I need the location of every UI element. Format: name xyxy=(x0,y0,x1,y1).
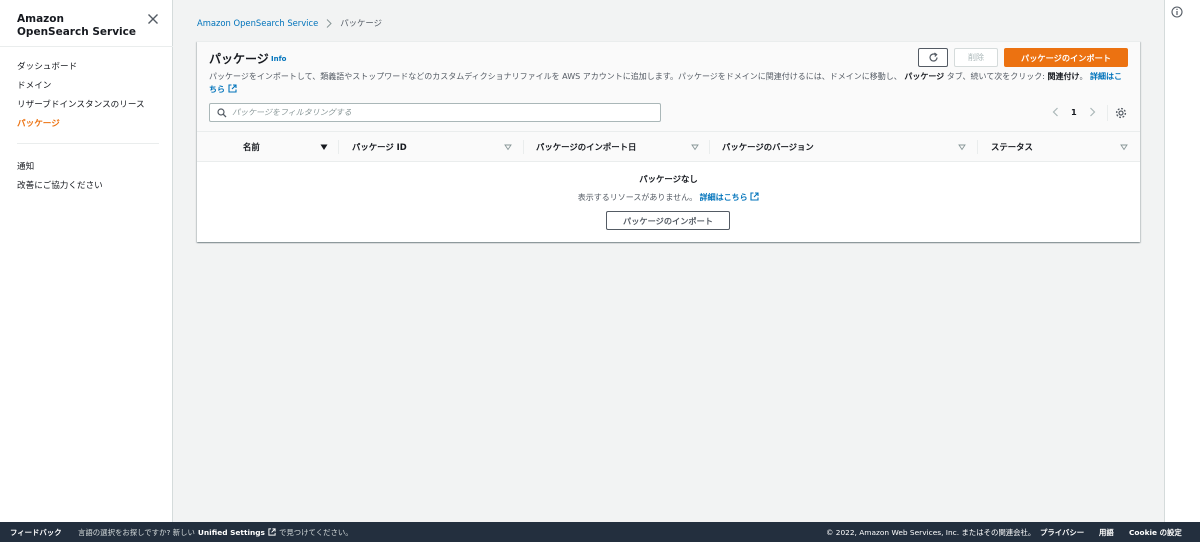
sidebar-item-domains[interactable]: ドメイン xyxy=(17,79,51,91)
feedback-link[interactable]: フィードバック xyxy=(10,527,62,538)
empty-state-import-button[interactable]: パッケージのインポート xyxy=(606,211,730,230)
column-header-import-date[interactable]: パッケージのインポート日 xyxy=(536,132,700,162)
side-navigation: Amazon OpenSearch Service ダッシュボード ドメイン リ… xyxy=(0,0,173,522)
pagination-divider xyxy=(1107,105,1108,121)
learn-more-link[interactable]: 詳細はこちら xyxy=(700,193,748,202)
chevron-right-icon xyxy=(326,18,332,28)
sort-icon xyxy=(691,144,699,151)
sidebar-divider xyxy=(17,143,159,144)
column-header-package-version[interactable]: パッケージのバージョン xyxy=(722,132,967,162)
sidebar-divider xyxy=(0,46,173,47)
chevron-left-icon[interactable] xyxy=(1049,106,1061,118)
import-package-button[interactable]: パッケージのインポート xyxy=(1004,48,1128,67)
info-link[interactable]: Info xyxy=(271,55,286,63)
column-label: パッケージのバージョン xyxy=(722,142,814,152)
gear-icon[interactable] xyxy=(1115,107,1127,119)
footer-text: で見つけてください。 xyxy=(278,527,353,537)
table-header: 名前 パッケージ ID パッケージのインポート日 パッケージのバージョン ステー… xyxy=(197,132,1140,162)
external-link-icon xyxy=(268,528,276,536)
footer: フィードバック 言語の選択をお探しですか? 新しい Unified Setting… xyxy=(0,522,1200,542)
sidebar-item-packages[interactable]: パッケージ xyxy=(17,117,60,129)
close-icon[interactable] xyxy=(147,13,159,25)
chevron-right-icon[interactable] xyxy=(1087,106,1099,118)
copyright: © 2022, Amazon Web Services, Inc. またはその関… xyxy=(826,527,1036,537)
privacy-link[interactable]: プライバシー xyxy=(1040,527,1084,538)
sidebar-item-reserved-instances[interactable]: リザーブドインスタンスのリース xyxy=(17,98,145,110)
panel-header: パッケージ Info 削除 パッケージのインポート パッケージをインポートして、… xyxy=(197,42,1140,132)
column-divider xyxy=(338,140,339,154)
filter-packages-input-wrapper xyxy=(209,103,661,122)
column-header-name[interactable]: 名前 xyxy=(243,132,337,162)
external-link-icon xyxy=(227,84,237,93)
sidebar-item-feedback[interactable]: 改善にご協力ください xyxy=(17,179,103,191)
page-number[interactable]: 1 xyxy=(1071,107,1077,117)
packages-table-container: パッケージ Info 削除 パッケージのインポート パッケージをインポートして、… xyxy=(197,41,1140,242)
sidebar-item-notifications[interactable]: 通知 xyxy=(17,160,34,172)
empty-state-text: 表示するリソースがありません。 xyxy=(577,193,698,202)
column-label: ステータス xyxy=(991,142,1033,152)
description-bold: 関連付け xyxy=(1047,72,1080,81)
filter-packages-input[interactable] xyxy=(232,108,652,117)
terms-link[interactable]: 用語 xyxy=(1099,527,1114,538)
sort-icon xyxy=(504,144,512,151)
breadcrumb-root-link[interactable]: Amazon OpenSearch Service xyxy=(197,18,318,28)
breadcrumb: Amazon OpenSearch Service パッケージ xyxy=(197,17,382,29)
column-divider xyxy=(709,140,710,154)
description-text: タブ、続いて次をクリック: xyxy=(946,72,1048,81)
tools-rail xyxy=(1164,0,1200,522)
unified-settings-link[interactable]: Unified Settings xyxy=(198,528,265,537)
page-title: パッケージ xyxy=(209,52,269,66)
column-label: 名前 xyxy=(243,142,260,152)
column-header-package-id[interactable]: パッケージ ID xyxy=(352,132,513,162)
sidebar-title[interactable]: Amazon OpenSearch Service xyxy=(17,13,137,39)
breadcrumb-current: パッケージ xyxy=(340,18,382,28)
pagination: 1 xyxy=(1049,106,1099,118)
delete-button[interactable]: 削除 xyxy=(954,48,998,67)
search-icon xyxy=(217,107,227,117)
refresh-button[interactable] xyxy=(918,48,948,67)
column-label: パッケージのインポート日 xyxy=(536,142,637,152)
column-divider xyxy=(977,140,978,154)
cookie-settings-link[interactable]: Cookie の設定 xyxy=(1129,527,1182,538)
footer-text: 言語の選択をお探しですか? 新しい xyxy=(78,527,195,537)
column-divider xyxy=(523,140,524,154)
info-icon[interactable] xyxy=(1171,6,1183,18)
sidebar-item-dashboard[interactable]: ダッシュボード xyxy=(17,60,77,72)
column-label: パッケージ ID xyxy=(352,142,407,152)
refresh-icon xyxy=(928,52,938,62)
description-bold: パッケージ xyxy=(904,72,945,81)
footer-message: 言語の選択をお探しですか? 新しい Unified Settings で見つけてくだ… xyxy=(78,527,353,538)
description-text: パッケージをインポートして、類義語やストップワードなどのカスタムディクショナリフ… xyxy=(209,72,902,81)
empty-state-description: 表示するリソースがありません。 詳細はこちら xyxy=(197,192,1140,203)
external-link-icon xyxy=(750,192,759,201)
empty-state-title: パッケージなし xyxy=(639,174,698,184)
sort-descending-icon xyxy=(320,144,328,150)
column-header-status[interactable]: ステータス xyxy=(991,132,1129,162)
description-text: 。 xyxy=(1079,72,1088,81)
panel-description: パッケージをインポートして、類義語やストップワードなどのカスタムディクショナリフ… xyxy=(209,70,1129,96)
sort-icon xyxy=(1120,144,1128,151)
sort-icon xyxy=(958,144,966,151)
